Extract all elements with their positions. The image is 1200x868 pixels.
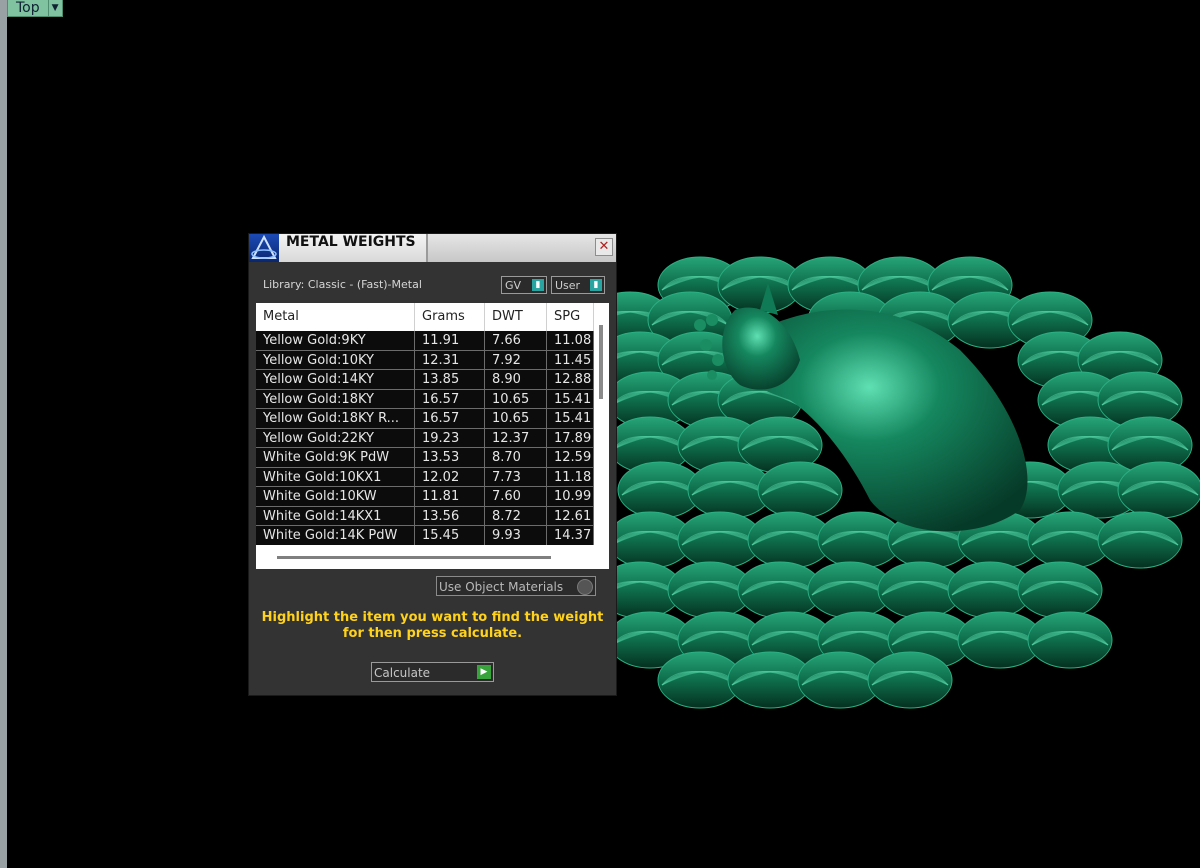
table-cell: 8.70: [485, 448, 547, 467]
table-row[interactable]: White Gold:14K PdW 15.45 9.93 14.37: [256, 526, 594, 545]
table-cell: 7.60: [485, 487, 547, 506]
instruction-line: for then press calculate.: [342, 626, 523, 641]
table-cell: 12.61: [547, 506, 594, 525]
table-body: Yellow Gold:9KY 11.91 7.66 11.08 Yellow Gold…: [256, 331, 594, 545]
app-logo-icon: [249, 234, 279, 262]
calculate-button[interactable]: Calculate ▶: [371, 662, 494, 682]
column-header[interactable]: DWT: [485, 303, 547, 331]
table-cell: 7.66: [485, 331, 547, 350]
table-cell: 14.37: [547, 526, 594, 545]
table-cell: Yellow Gold:18KY: [256, 389, 415, 408]
table-header: Metal Grams DWT SPG: [256, 303, 594, 331]
table-cell: 16.57: [415, 409, 485, 428]
table-row[interactable]: White Gold:10KX1 12.02 7.73 11.18: [256, 467, 594, 487]
table-cell: 10.65: [485, 389, 547, 408]
vertical-scrollbar[interactable]: [599, 325, 603, 399]
horizontal-scrollbar[interactable]: [277, 556, 551, 559]
table-cell: Yellow Gold:18KY R...: [256, 409, 415, 428]
table-cell: Yellow Gold:9KY: [256, 331, 415, 350]
table-row[interactable]: Yellow Gold:18KY 16.57 10.65 15.41: [256, 389, 594, 409]
radio-icon[interactable]: [577, 579, 593, 595]
table-cell: 16.57: [415, 389, 485, 408]
table-cell: 10.99: [547, 487, 594, 506]
table-cell: Yellow Gold:14KY: [256, 370, 415, 389]
instruction-text: Highlight the item you want to find the …: [249, 610, 616, 642]
column-header[interactable]: Grams: [415, 303, 485, 331]
view-label[interactable]: Top: [7, 0, 49, 17]
table-cell: 11.45: [547, 350, 594, 369]
metal-table: Metal Grams DWT SPG Yellow Gold:9KY 11.91…: [256, 303, 609, 569]
table-cell: 9.93: [485, 526, 547, 545]
triangle-down-icon[interactable]: ▼: [48, 0, 63, 17]
play-arrow-icon: ▶: [477, 665, 491, 679]
user-toggle[interactable]: User ▮: [551, 276, 605, 294]
table-row[interactable]: Yellow Gold:10KY 12.31 7.92 11.45: [256, 350, 594, 370]
table-cell: 15.41: [547, 389, 594, 408]
library-label: Library: Classic - (Fast)-Metal: [263, 278, 422, 291]
use-object-materials-label: Use Object Materials: [439, 580, 564, 594]
column-header[interactable]: Metal: [256, 303, 415, 331]
metal-weights-dialog: METAL WEIGHTS ✕ Library: Classic - (Fast…: [249, 234, 616, 695]
table-cell: White Gold:14KX1: [256, 506, 415, 525]
table-cell: 8.90: [485, 370, 547, 389]
table-cell: 13.56: [415, 506, 485, 525]
calculate-label: Calculate: [374, 666, 431, 680]
toggle-indicator-icon: ▮: [590, 279, 602, 291]
table-row[interactable]: Yellow Gold:22KY 19.23 12.37 17.89: [256, 428, 594, 448]
table-cell: 12.31: [415, 350, 485, 369]
table-cell: 17.89: [547, 428, 594, 447]
table-cell: White Gold:10KX1: [256, 467, 415, 486]
close-icon[interactable]: ✕: [595, 238, 613, 256]
table-cell: White Gold:9K PdW: [256, 448, 415, 467]
table-cell: 15.45: [415, 526, 485, 545]
table-cell: 12.37: [485, 428, 547, 447]
table-cell: 12.02: [415, 467, 485, 486]
table-cell: 11.18: [547, 467, 594, 486]
table-cell: 12.88: [547, 370, 594, 389]
table-row[interactable]: Yellow Gold:9KY 11.91 7.66 11.08: [256, 331, 594, 351]
table-cell: Yellow Gold:10KY: [256, 350, 415, 369]
table-row[interactable]: White Gold:10KW 11.81 7.60 10.99: [256, 487, 594, 507]
table-cell: 13.85: [415, 370, 485, 389]
table-cell: 15.41: [547, 409, 594, 428]
instruction-line: Highlight the item you want to find the …: [261, 610, 604, 625]
gv-toggle[interactable]: GV ▮: [501, 276, 547, 294]
user-label: User: [555, 279, 581, 292]
table-cell: 11.81: [415, 487, 485, 506]
table-cell: 19.23: [415, 428, 485, 447]
use-object-materials-option[interactable]: Use Object Materials: [436, 576, 596, 596]
table-cell: Yellow Gold:22KY: [256, 428, 415, 447]
dialog-title: METAL WEIGHTS: [279, 234, 428, 262]
gv-label: GV: [505, 279, 522, 292]
table-row[interactable]: Yellow Gold:14KY 13.85 8.90 12.88: [256, 370, 594, 390]
table-cell: 11.08: [547, 331, 594, 350]
table-cell: 10.65: [485, 409, 547, 428]
table-row[interactable]: White Gold:14KX1 13.56 8.72 12.61: [256, 506, 594, 526]
table-cell: 12.59: [547, 448, 594, 467]
table-cell: 11.91: [415, 331, 485, 350]
table-row[interactable]: Yellow Gold:18KY R... 16.57 10.65 15.41: [256, 409, 594, 429]
column-header[interactable]: SPG: [547, 303, 594, 331]
table-cell: 13.53: [415, 448, 485, 467]
viewport-view-selector[interactable]: Top ▼: [7, 0, 63, 17]
table-cell: 7.92: [485, 350, 547, 369]
toggle-indicator-icon: ▮: [532, 279, 544, 291]
table-cell: White Gold:10KW: [256, 487, 415, 506]
table-cell: White Gold:14K PdW: [256, 526, 415, 545]
table-cell: 7.73: [485, 467, 547, 486]
table-cell: 8.72: [485, 506, 547, 525]
table-row[interactable]: White Gold:9K PdW 13.53 8.70 12.59: [256, 448, 594, 468]
